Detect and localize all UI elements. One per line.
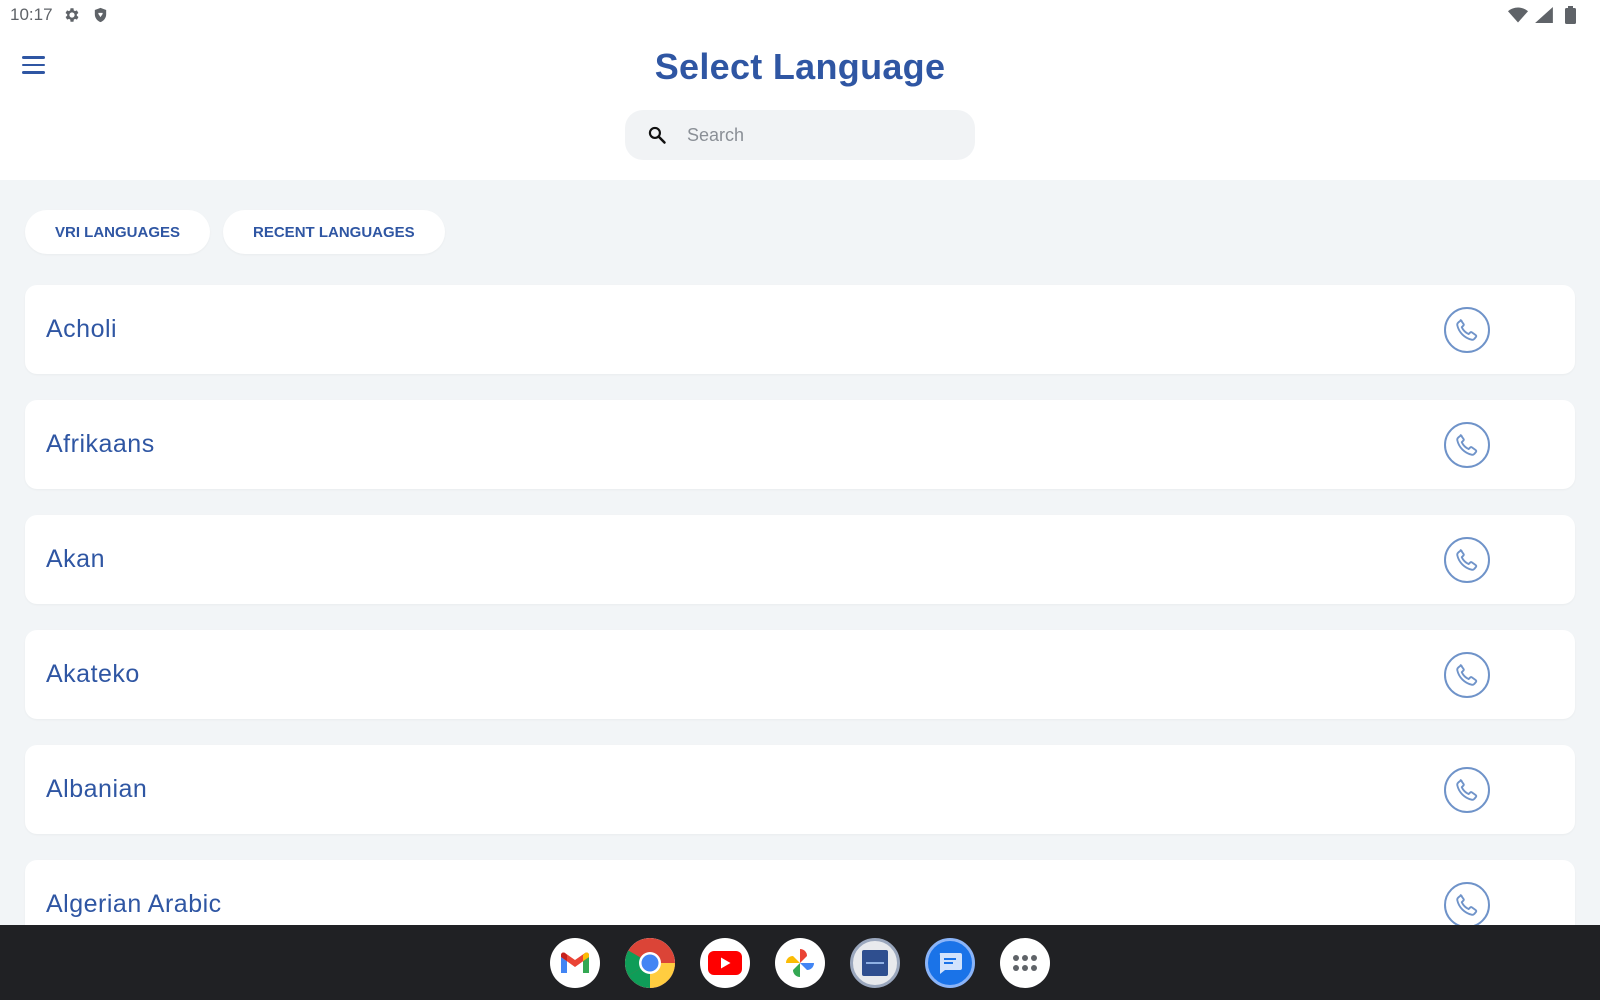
language-row-afrikaans[interactable]: Afrikaans [25,400,1575,489]
status-left: 10:17 [10,5,111,25]
language-name: Afrikaans [46,430,155,458]
status-time: 10:17 [10,5,53,24]
language-row-albanian[interactable]: Albanian [25,745,1575,834]
interpreter-app-icon[interactable] [850,937,900,988]
filter-chips: VRI LANGUAGES RECENT LANGUAGES [25,210,445,254]
call-button[interactable] [1444,306,1490,353]
language-name: Akan [46,545,105,573]
shield-icon [91,5,111,25]
app-drawer-icon[interactable] [1000,937,1050,988]
language-name: Algerian Arabic [46,890,222,918]
search-icon [645,123,669,147]
phone-icon [1456,893,1478,916]
language-row-akan[interactable]: Akan [25,515,1575,604]
language-list: Acholi Afrikaans Akan Akateko Albanian A… [25,285,1575,925]
call-button[interactable] [1444,881,1490,925]
gmail-icon[interactable] [550,937,600,988]
battery-icon [1560,5,1580,25]
messages-icon[interactable] [925,937,975,988]
recent-languages-chip[interactable]: RECENT LANGUAGES [223,210,445,254]
vri-languages-chip[interactable]: VRI LANGUAGES [25,210,211,254]
status-bar: 10:17 [0,0,1600,30]
main-content: VRI LANGUAGES RECENT LANGUAGES Acholi Af… [0,180,1600,925]
taskbar-dock [0,925,1600,1000]
wifi-icon [1508,5,1528,25]
language-name: Albanian [46,775,148,803]
language-name: Akateko [46,660,140,688]
status-right [1508,5,1590,25]
phone-icon [1456,548,1478,571]
phone-icon [1456,778,1478,801]
call-button[interactable] [1444,766,1490,813]
page-title: Select Language [654,46,946,87]
call-button[interactable] [1444,421,1490,468]
photos-icon[interactable] [775,937,825,988]
phone-icon [1456,433,1478,456]
call-button[interactable] [1444,651,1490,698]
language-name: Acholi [46,315,118,343]
search-box[interactable] [625,110,975,160]
chrome-icon[interactable] [625,937,675,988]
language-row-akateko[interactable]: Akateko [25,630,1575,719]
phone-icon [1456,663,1478,686]
phone-icon [1456,318,1478,341]
youtube-icon[interactable] [700,937,750,988]
language-row-algerian-arabic[interactable]: Algerian Arabic [25,860,1575,925]
gear-icon [62,5,82,25]
signal-icon [1534,5,1554,25]
call-button[interactable] [1444,536,1490,583]
app-header: Select Language [0,30,1600,180]
language-row-acholi[interactable]: Acholi [25,285,1575,374]
search-input[interactable] [687,124,947,146]
